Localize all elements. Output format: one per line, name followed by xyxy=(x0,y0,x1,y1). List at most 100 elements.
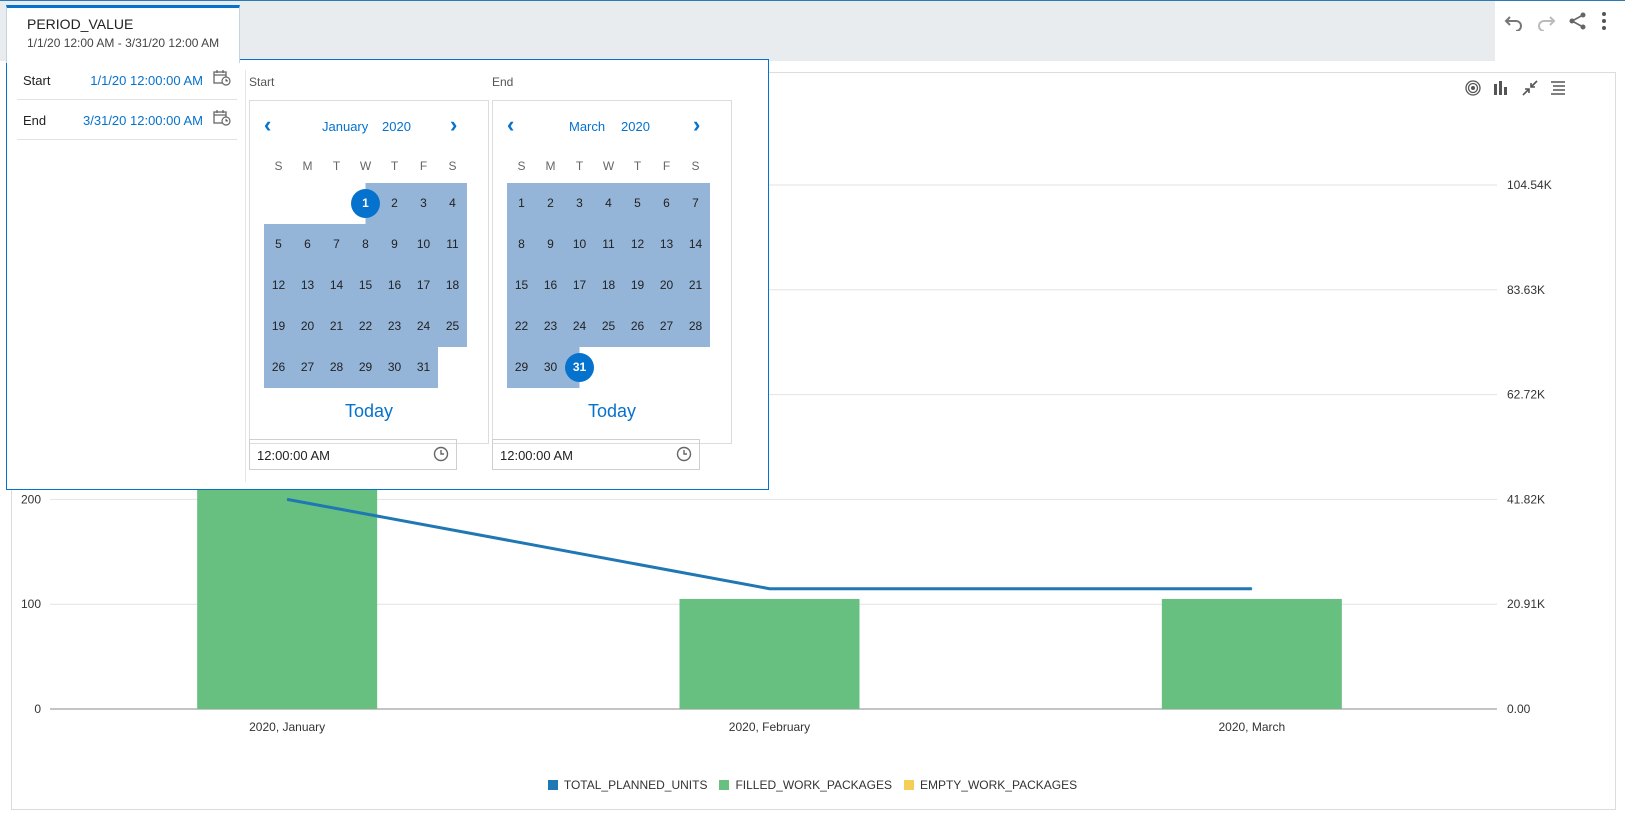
start-day-12[interactable]: 12 xyxy=(264,265,293,306)
end-day-5[interactable]: 5 xyxy=(623,183,652,224)
start-day-11[interactable]: 11 xyxy=(438,224,467,265)
start-day-14[interactable]: 14 xyxy=(322,265,351,306)
end-day-17[interactable]: 17 xyxy=(565,265,594,306)
end-day-29[interactable]: 29 xyxy=(507,347,536,388)
start-day-4[interactable]: 4 xyxy=(438,183,467,224)
calendar-clock-icon[interactable] xyxy=(213,110,233,128)
weekday-label: S xyxy=(691,159,700,173)
end-day-3[interactable]: 3 xyxy=(565,183,594,224)
bar-filled_work_packages xyxy=(1161,598,1342,709)
end-day-22[interactable]: 22 xyxy=(507,306,536,347)
end-day-18[interactable]: 18 xyxy=(594,265,623,306)
start-day-10[interactable]: 10 xyxy=(409,224,438,265)
end-day-9[interactable]: 9 xyxy=(536,224,565,265)
calendar-clock-icon[interactable] xyxy=(213,70,233,88)
start-day-25[interactable]: 25 xyxy=(438,306,467,347)
end-day-21[interactable]: 21 xyxy=(681,265,710,306)
legend-swatch xyxy=(719,780,730,790)
start-day-26[interactable]: 26 xyxy=(264,347,293,388)
prev-month-icon[interactable]: ‹ xyxy=(264,114,284,137)
start-time-input[interactable]: 12:00:00 AM xyxy=(249,439,457,470)
end-day-14[interactable]: 14 xyxy=(681,224,710,265)
clock-icon[interactable] xyxy=(676,446,694,464)
weekday-label: F xyxy=(419,159,428,173)
start-row[interactable]: Start 1/1/20 12:00:00 AM xyxy=(17,60,237,100)
start-day-19[interactable]: 19 xyxy=(264,306,293,347)
start-day-23[interactable]: 23 xyxy=(380,306,409,347)
end-day-16[interactable]: 16 xyxy=(536,265,565,306)
end-calendar: ‹ March 2020 › Today S M T W T F S 1 2 3 4 5 6 7 8 9 10 1… xyxy=(492,100,732,444)
end-value[interactable]: 3/31/20 12:00:00 AM xyxy=(83,113,203,128)
start-day-27[interactable]: 27 xyxy=(293,347,322,388)
end-day-2[interactable]: 2 xyxy=(536,183,565,224)
end-day-27[interactable]: 27 xyxy=(652,306,681,347)
end-calendar-header: End xyxy=(492,75,514,89)
start-day-21[interactable]: 21 xyxy=(322,306,351,347)
end-time-input[interactable]: 12:00:00 AM xyxy=(492,439,700,470)
end-day-15[interactable]: 15 xyxy=(507,265,536,306)
legend-item[interactable]: TOTAL_PLANNED_UNITS xyxy=(547,778,707,792)
start-day-2[interactable]: 2 xyxy=(380,183,409,224)
end-day-11[interactable]: 11 xyxy=(594,224,623,265)
end-day-26[interactable]: 26 xyxy=(623,306,652,347)
next-month-icon[interactable]: › xyxy=(693,114,713,137)
end-day-6[interactable]: 6 xyxy=(652,183,681,224)
start-day-6[interactable]: 6 xyxy=(293,224,322,265)
end-day-23[interactable]: 23 xyxy=(536,306,565,347)
filter-range: 1/1/20 12:00 AM - 3/31/20 12:00 AM xyxy=(27,36,220,50)
prev-month-icon[interactable]: ‹ xyxy=(507,114,527,137)
end-day-13[interactable]: 13 xyxy=(652,224,681,265)
end-day-31[interactable]: 31 xyxy=(565,347,594,388)
start-day-31[interactable]: 31 xyxy=(409,347,438,388)
end-day-10[interactable]: 10 xyxy=(565,224,594,265)
start-day-16[interactable]: 16 xyxy=(380,265,409,306)
end-row[interactable]: End 3/31/20 12:00:00 AM xyxy=(17,100,237,140)
filter-tab-period-value[interactable]: PERIOD_VALUE 1/1/20 12:00 AM - 3/31/20 1… xyxy=(6,5,240,63)
end-day-25[interactable]: 25 xyxy=(594,306,623,347)
start-calendar-year[interactable]: 2020 xyxy=(382,119,411,134)
start-day-7[interactable]: 7 xyxy=(322,224,351,265)
end-calendar-month[interactable]: March xyxy=(569,119,605,134)
legend-label: EMPTY_WORK_PACKAGES xyxy=(919,778,1078,792)
start-day-15[interactable]: 15 xyxy=(351,265,380,306)
start-day-24[interactable]: 24 xyxy=(409,306,438,347)
weekday-label: M xyxy=(545,159,556,173)
start-calendar-month[interactable]: January xyxy=(322,119,368,134)
end-time-value: 12:00:00 AM xyxy=(500,448,573,463)
start-day-30[interactable]: 30 xyxy=(380,347,409,388)
start-day-29[interactable]: 29 xyxy=(351,347,380,388)
start-day-20[interactable]: 20 xyxy=(293,306,322,347)
end-day-30[interactable]: 30 xyxy=(536,347,565,388)
start-day-28[interactable]: 28 xyxy=(322,347,351,388)
end-label: End xyxy=(23,113,47,128)
end-day-24[interactable]: 24 xyxy=(565,306,594,347)
start-day-8[interactable]: 8 xyxy=(351,224,380,265)
end-day-20[interactable]: 20 xyxy=(652,265,681,306)
start-day-13[interactable]: 13 xyxy=(293,265,322,306)
end-day-7[interactable]: 7 xyxy=(681,183,710,224)
weekday-label: T xyxy=(633,159,642,173)
end-day-1[interactable]: 1 xyxy=(507,183,536,224)
end-calendar-year[interactable]: 2020 xyxy=(621,119,650,134)
legend-item[interactable]: EMPTY_WORK_PACKAGES xyxy=(903,778,1078,792)
start-day-17[interactable]: 17 xyxy=(409,265,438,306)
weekday-label: W xyxy=(359,159,372,173)
weekday-label: T xyxy=(332,159,341,173)
start-day-3[interactable]: 3 xyxy=(409,183,438,224)
end-day-8[interactable]: 8 xyxy=(507,224,536,265)
start-day-22[interactable]: 22 xyxy=(351,306,380,347)
start-value[interactable]: 1/1/20 12:00:00 AM xyxy=(90,73,203,88)
start-day-18[interactable]: 18 xyxy=(438,265,467,306)
start-day-9[interactable]: 9 xyxy=(380,224,409,265)
start-day-5[interactable]: 5 xyxy=(264,224,293,265)
end-day-12[interactable]: 12 xyxy=(623,224,652,265)
start-day-1[interactable]: 1 xyxy=(351,183,380,224)
next-month-icon[interactable]: › xyxy=(450,114,470,137)
start-today-link[interactable]: Today xyxy=(250,401,488,422)
clock-icon[interactable] xyxy=(433,446,451,464)
end-day-4[interactable]: 4 xyxy=(594,183,623,224)
legend-item[interactable]: FILLED_WORK_PACKAGES xyxy=(719,778,892,792)
end-today-link[interactable]: Today xyxy=(493,401,731,422)
end-day-28[interactable]: 28 xyxy=(681,306,710,347)
end-day-19[interactable]: 19 xyxy=(623,265,652,306)
